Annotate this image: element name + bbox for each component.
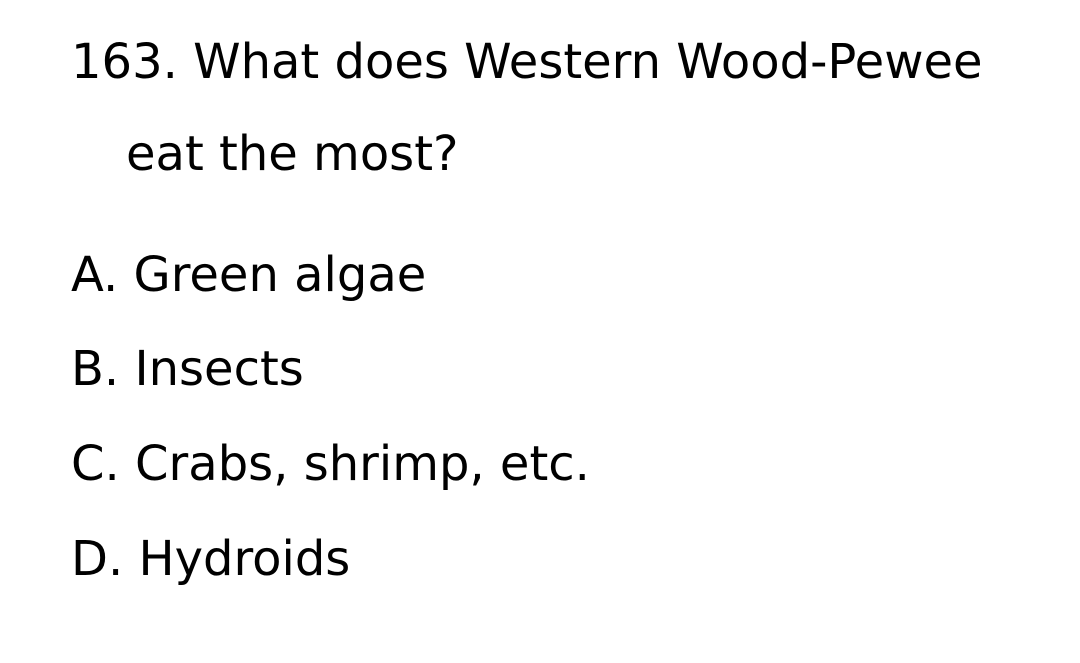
- question-text-line-2: eat the most?: [126, 126, 459, 182]
- question-text-line-1: 163. What does Western Wood-Pewee: [71, 34, 983, 90]
- option-d: D. Hydroids: [71, 531, 351, 587]
- option-b: B. Insects: [71, 341, 304, 397]
- option-c: C. Crabs, shrimp, etc.: [71, 436, 590, 492]
- option-a: A. Green algae: [71, 247, 427, 303]
